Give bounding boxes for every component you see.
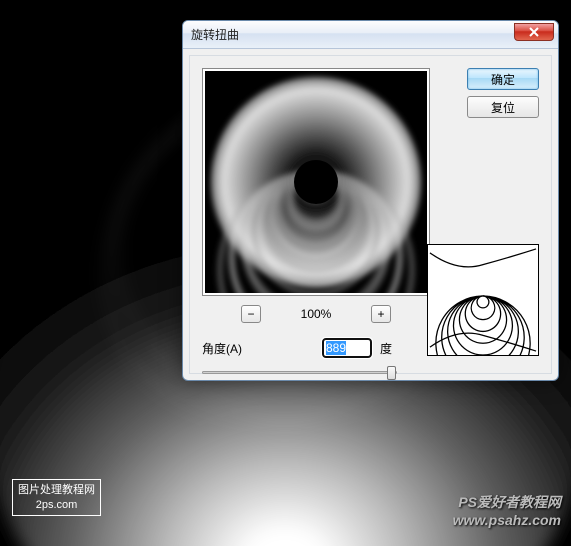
zoom-level: 100% [291, 307, 341, 321]
close-icon [528, 27, 540, 37]
spiral-icon [428, 245, 538, 355]
watermark-right: PS爱好者教程网 www.psahz.com [453, 492, 561, 528]
reset-button[interactable]: 复位 [467, 96, 539, 118]
angle-input[interactable] [322, 338, 372, 358]
angle-slider[interactable] [202, 364, 397, 380]
ok-button-label: 确定 [491, 71, 515, 88]
dialog-body: − 100% + 角度(A) 度 确定 复位 [189, 55, 552, 374]
twirl-dialog: 旋转扭曲 [182, 20, 559, 381]
minus-icon: − [247, 307, 254, 321]
preview-frame[interactable] [202, 68, 430, 296]
slider-track-line [202, 371, 397, 374]
dialog-title: 旋转扭曲 [191, 26, 239, 43]
zoom-in-button[interactable]: + [371, 305, 391, 323]
angle-unit: 度 [380, 340, 392, 357]
angle-label: 角度(A) [202, 340, 242, 357]
angle-row: 角度(A) 度 [202, 338, 392, 358]
zoom-controls: − 100% + [202, 302, 430, 326]
reset-button-label: 复位 [491, 99, 515, 116]
watermark-left-line1: 图片处理教程网 [18, 483, 95, 497]
plus-icon: + [377, 307, 384, 321]
slider-thumb[interactable] [387, 366, 396, 380]
ok-button[interactable]: 确定 [467, 68, 539, 90]
preview-image [205, 71, 427, 293]
watermark-left: 图片处理教程网 2ps.com [12, 479, 101, 516]
zoom-out-button[interactable]: − [241, 305, 261, 323]
wireframe-preview [427, 244, 539, 356]
dialog-titlebar[interactable]: 旋转扭曲 [183, 21, 558, 49]
close-button[interactable] [514, 23, 554, 41]
watermark-left-line2: 2ps.com [18, 498, 95, 512]
